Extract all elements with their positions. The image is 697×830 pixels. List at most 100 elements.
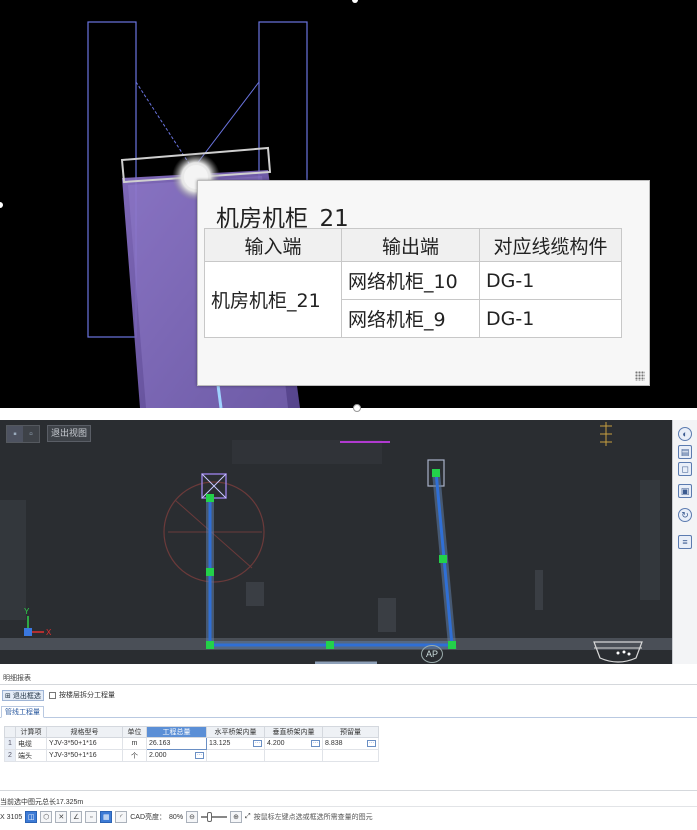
- panel-title: 明细报表: [3, 675, 31, 682]
- split-by-floor-label: 按楼层拆分工程量: [59, 692, 115, 699]
- row-index: 2: [4, 749, 16, 762]
- bg-block: [246, 582, 264, 606]
- more-icon[interactable]: ···: [311, 740, 320, 747]
- quantity-table-header: 计算项 规格型号 单位 工程总量 水平桥架内量 垂直桥架内量 预留量: [4, 726, 379, 738]
- horizontal-cell: [206, 749, 265, 762]
- connection-table: 输入端 输出端 对应线缆构件 机房机柜_21 网络机柜_10 DG-1 网络机柜…: [204, 228, 622, 338]
- route-node: [432, 469, 440, 477]
- axis-x-label: X: [46, 628, 52, 637]
- zoom-out-icon[interactable]: ⊖: [186, 811, 199, 823]
- quantity-table: 计算项 规格型号 单位 工程总量 水平桥架内量 垂直桥架内量 预留量 1 电缆 …: [4, 726, 379, 762]
- right-toolbar: ◐ ▤ ◻ ▣ ↻ ≡: [672, 420, 697, 664]
- header-index: [4, 726, 16, 738]
- snap-3d-icon[interactable]: ⬡: [40, 811, 53, 823]
- calc-item-cell: 电缆: [15, 737, 47, 750]
- table-row[interactable]: 1 电缆 YJV-3*50+1*16 m 26.163 13.125 ··· 4.…: [4, 737, 379, 750]
- coord-value: 3105: [6, 813, 23, 821]
- bg-block: [232, 440, 382, 464]
- split-by-floor-checkbox[interactable]: [49, 691, 56, 699]
- corner-symbol: [600, 422, 612, 446]
- view-mode-toggle[interactable]: ▪ ▫: [6, 425, 40, 443]
- header-reserve: 预留量: [322, 726, 379, 738]
- table-row[interactable]: 2 端头 YJV-3*50+1*16 个 2.000 ···: [4, 749, 379, 762]
- more-icon[interactable]: ···: [253, 740, 262, 747]
- split-by-floor-option[interactable]: 按楼层拆分工程量: [49, 690, 115, 700]
- top-3d-viewport[interactable]: 机房机柜_21 输入端 输出端 对应线缆构件 机房机柜_21 网络机柜_10 D…: [0, 0, 697, 408]
- angle-icon[interactable]: ∠: [70, 811, 83, 823]
- cross-snap-icon[interactable]: ✕: [55, 811, 68, 823]
- vertical-value: 4.200: [267, 740, 285, 747]
- horizontal-cell[interactable]: 13.125 ···: [206, 737, 265, 750]
- layers-icon[interactable]: ▤: [678, 445, 692, 459]
- orbit-icon[interactable]: ◐: [678, 427, 692, 441]
- coordinate-readout: X 3105: [0, 814, 22, 821]
- header-total[interactable]: 工程总量: [146, 726, 207, 738]
- header-unit: 单位: [122, 726, 147, 738]
- header-vertical: 垂直桥架内量: [264, 726, 323, 738]
- route-node: [439, 555, 447, 563]
- slider-knob[interactable]: [207, 812, 213, 822]
- cable-route: [208, 471, 454, 647]
- vertical-cell[interactable]: 4.200 ···: [264, 737, 323, 750]
- view-2d-icon[interactable]: ▪: [7, 426, 23, 442]
- properties-icon[interactable]: ≡: [678, 535, 692, 549]
- select-icon: ⊞: [5, 692, 11, 700]
- tab-strip: [0, 706, 697, 718]
- edge-marker: [0, 202, 3, 208]
- reserve-cell[interactable]: 8.838 ···: [322, 737, 379, 750]
- row-index: 1: [4, 737, 16, 750]
- point-style-icon[interactable]: ▫: [85, 811, 98, 823]
- unit-cell: m: [122, 737, 147, 750]
- reserve-cell: [322, 749, 379, 762]
- table-row: 机房机柜_21 网络机柜_10 DG-1: [204, 261, 622, 338]
- box-view-icon[interactable]: ▣: [678, 484, 692, 498]
- more-icon[interactable]: ···: [195, 752, 204, 759]
- bg-block: [0, 500, 26, 620]
- cable-cell: DG-1: [479, 261, 622, 300]
- cad-drawing-canvas[interactable]: Y X ▪ ▫ 退出视图 AP: [0, 420, 672, 664]
- output-cell: 网络机柜_9: [341, 299, 480, 338]
- view-3d-icon[interactable]: ▫: [23, 426, 39, 442]
- axis-origin: [24, 628, 32, 636]
- route-node: [206, 494, 214, 502]
- input-cell: 机房机柜_21: [204, 261, 342, 338]
- edge-marker: [353, 404, 361, 412]
- detail-report-panel: 明细报表 ⊞ 退出框选 按楼层拆分工程量 管线工程量 计算项 规格型号 单位 工…: [0, 664, 697, 830]
- header-horizontal: 水平桥架内量: [206, 726, 265, 738]
- bg-block: [535, 570, 543, 610]
- total-cell[interactable]: 2.000 ···: [146, 749, 207, 762]
- unit-cell: 个: [122, 749, 147, 762]
- header-calc-item: 计算项: [15, 726, 47, 738]
- resize-grip-icon[interactable]: [635, 371, 645, 381]
- cad-brightness-value: 80%: [169, 813, 184, 821]
- cable-route-halo: [206, 471, 457, 649]
- more-icon[interactable]: ···: [367, 740, 376, 747]
- exit-select-button[interactable]: ⊞ 退出框选: [2, 690, 44, 701]
- grid-toggle-icon[interactable]: ▦: [100, 811, 113, 823]
- cube-view-icon[interactable]: ◻: [678, 462, 692, 476]
- exit-view-button[interactable]: 退出视图: [47, 425, 91, 442]
- ap-marker: AP: [421, 645, 443, 663]
- tab-pipe-quantity[interactable]: 管线工程量: [1, 706, 44, 718]
- header-input: 输入端: [204, 228, 342, 262]
- bg-block: [378, 598, 396, 632]
- route-node: [448, 641, 456, 649]
- header-spec: 规格型号: [46, 726, 123, 738]
- cad-brightness-label: CAD亮度：: [130, 814, 167, 821]
- rotate-icon[interactable]: ↻: [678, 508, 692, 522]
- equipment-dot: [622, 650, 626, 654]
- brightness-slider[interactable]: [201, 812, 228, 822]
- reserve-value: 8.838: [325, 740, 343, 747]
- connection-table-header: 输入端 输出端 对应线缆构件: [204, 228, 622, 262]
- expand-icon[interactable]: ⤢: [245, 813, 251, 821]
- exit-select-label: 退出框选: [12, 692, 41, 700]
- zoom-in-icon[interactable]: ⊕: [230, 811, 243, 823]
- header-cable: 对应线缆构件: [479, 228, 622, 262]
- total-value: 2.000: [149, 752, 167, 759]
- ortho-mode-icon[interactable]: ◫: [25, 811, 38, 823]
- total-cell[interactable]: 26.163: [146, 737, 207, 750]
- screenshot-separator: [0, 408, 697, 420]
- operation-hint: 按鼠标左键点选或框选所需查量的图元: [253, 814, 373, 821]
- bg-block: [640, 480, 660, 600]
- arc-tool-icon[interactable]: ◜: [115, 811, 128, 823]
